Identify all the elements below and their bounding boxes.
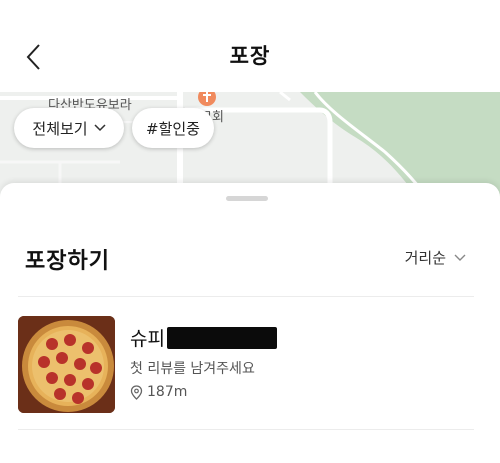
- chevron-down-icon: [454, 254, 466, 262]
- divider: [18, 296, 474, 297]
- view-all-label: 전체보기: [32, 119, 88, 138]
- chevron-down-icon: [94, 124, 106, 132]
- store-name-text: 슈피: [130, 328, 165, 350]
- view-all-filter[interactable]: 전체보기: [14, 108, 124, 148]
- divider: [18, 429, 474, 430]
- sheet-drag-handle[interactable]: [226, 196, 268, 201]
- store-name: 슈피: [130, 324, 277, 351]
- store-thumbnail: [18, 316, 115, 413]
- sort-label: 거리순: [404, 249, 446, 267]
- review-prompt: 첫 리뷰를 남겨주세요: [130, 361, 255, 377]
- page-title: 포장: [229, 44, 271, 68]
- discount-label: #할인중: [146, 119, 200, 138]
- store-distance: 187m: [130, 384, 187, 400]
- discount-filter[interactable]: #할인중: [132, 108, 214, 148]
- pizza-image: [18, 316, 115, 413]
- section-title: 포장하기: [25, 249, 110, 274]
- store-list-item[interactable]: 슈피 첫 리뷰를 남겨주세요 187m: [18, 316, 474, 414]
- sort-dropdown[interactable]: 거리순: [405, 247, 466, 268]
- bottom-sheet: 포장하기 거리순 슈피 첫 리뷰를 남겨주세요 187m: [0, 183, 500, 463]
- distance-value: 187m: [147, 384, 188, 400]
- header-bar: 포장: [0, 0, 500, 92]
- redaction-mark: [166, 326, 277, 349]
- location-pin-icon: [130, 384, 143, 400]
